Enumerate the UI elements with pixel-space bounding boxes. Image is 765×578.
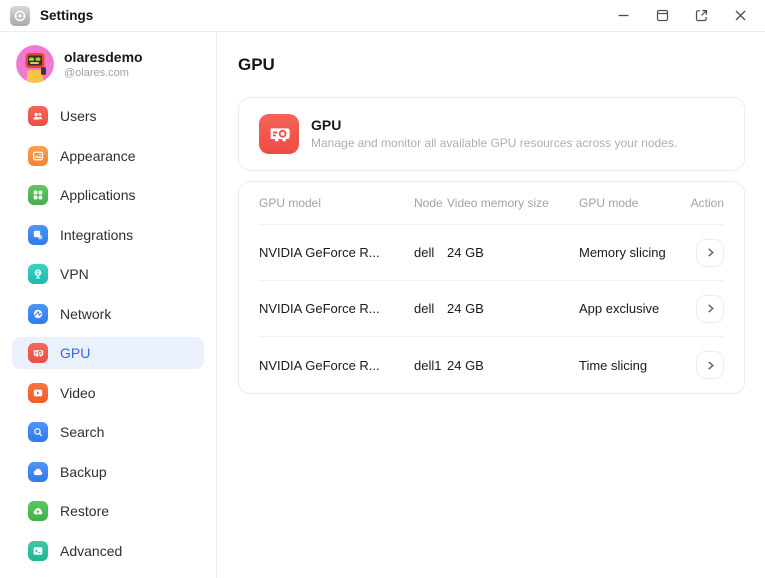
info-card-description: Manage and monitor all available GPU res… (311, 136, 678, 150)
sidebar-item-applications[interactable]: Applications (12, 179, 204, 211)
sidebar-item-integrations[interactable]: Integrations (12, 219, 204, 251)
titlebar: Settings (0, 0, 765, 32)
table-header-row: GPU model Node Video memory size GPU mod… (259, 182, 724, 225)
sidebar-item-advanced[interactable]: Advanced (12, 535, 204, 567)
sidebar-item-users[interactable]: Users (12, 100, 204, 132)
maximize-icon[interactable] (651, 5, 673, 27)
sidebar-item-video[interactable]: Video (12, 377, 204, 409)
video-icon (28, 382, 48, 403)
gpu-table: GPU model Node Video memory size GPU mod… (238, 181, 745, 394)
cell-memory: 24 GB (447, 301, 484, 316)
table-row: NVIDIA GeForce R... dell1 24 GB Time sli… (259, 337, 724, 393)
sidebar-item-label: Applications (60, 187, 136, 203)
cell-memory: 24 GB (447, 357, 484, 373)
sidebar-item-gpu[interactable]: GPU (12, 337, 204, 369)
sidebar-item-label: GPU (60, 345, 91, 361)
applications-icon (28, 185, 48, 205)
sidebar-item-network[interactable]: Network (12, 298, 204, 330)
search-icon (28, 422, 48, 442)
sidebar: olaresdemo @olares.com Users Appearance … (0, 32, 217, 578)
sidebar-item-label: Advanced (60, 542, 123, 559)
minimize-icon[interactable] (612, 5, 634, 27)
sidebar-item-label: Search (60, 424, 105, 440)
gpu-card-icon (259, 114, 299, 154)
sidebar-item-label: Network (60, 305, 112, 322)
column-header-gpu-model: GPU model (259, 196, 322, 210)
page-title: GPU (238, 55, 275, 74)
sidebar-item-backup[interactable]: Backup (12, 456, 204, 488)
main-content: GPU GPU Manage and monitor all available… (217, 32, 765, 578)
sidebar-item-search[interactable]: Search (12, 416, 204, 448)
sidebar-item-label: Backup (60, 463, 107, 480)
window-controls (612, 5, 751, 27)
appearance-icon (28, 145, 48, 166)
sidebar-item-appearance[interactable]: Appearance (12, 140, 204, 172)
cell-mode: App exclusive (579, 301, 660, 316)
cell-gpu-model: NVIDIA GeForce R... (259, 357, 380, 373)
row-detail-button[interactable] (696, 238, 724, 267)
sidebar-item-label: Appearance (60, 147, 136, 164)
row-detail-button[interactable] (696, 351, 724, 379)
cell-node: dell (414, 245, 435, 260)
sidebar-nav: Users Appearance Applications Integratio… (0, 100, 216, 574)
cell-gpu-model: NVIDIA GeForce R... (259, 245, 380, 260)
cell-gpu-model: NVIDIA GeForce R... (259, 301, 380, 316)
backup-icon (28, 461, 48, 482)
sidebar-item-restore[interactable]: Restore (12, 495, 204, 527)
profile-handle: @olares.com (64, 67, 129, 79)
sidebar-item-label: VPN (60, 266, 89, 282)
profile-name: olaresdemo (64, 49, 143, 65)
info-card-title: GPU (311, 117, 342, 133)
sidebar-item-label: Integrations (60, 226, 134, 243)
advanced-icon (28, 540, 48, 561)
table-row: NVIDIA GeForce R... dell 24 GB Memory sl… (259, 225, 724, 281)
sidebar-item-label: Restore (60, 503, 110, 519)
open-external-icon[interactable] (690, 5, 712, 27)
close-icon[interactable] (729, 5, 751, 27)
table-row: NVIDIA GeForce R... dell 24 GB App exclu… (259, 281, 724, 337)
sidebar-item-vpn[interactable]: VPN (12, 258, 204, 290)
column-header-action: Action (690, 196, 724, 210)
restore-icon (28, 501, 48, 521)
settings-app-icon (10, 5, 30, 26)
integrations-icon (28, 224, 48, 245)
column-header-mode: GPU mode (579, 196, 639, 210)
users-icon (28, 106, 48, 126)
column-header-memory: Video memory size (447, 196, 549, 210)
vpn-icon (28, 264, 48, 284)
gpu-icon (28, 343, 48, 363)
gpu-info-card: GPU Manage and monitor all available GPU… (238, 97, 745, 171)
cell-mode: Time slicing (579, 357, 648, 373)
cell-memory: 24 GB (447, 245, 484, 260)
sidebar-item-label: Video (60, 384, 96, 401)
cell-mode: Memory slicing (579, 245, 666, 260)
profile[interactable]: olaresdemo @olares.com (0, 45, 216, 83)
row-detail-button[interactable] (696, 294, 724, 323)
network-icon (28, 303, 48, 324)
sidebar-item-label: Users (60, 108, 97, 124)
cell-node: dell1 (414, 357, 442, 373)
cell-node: dell (414, 301, 435, 316)
avatar (16, 45, 54, 83)
column-header-node: Node (414, 196, 443, 210)
window-title: Settings (40, 8, 94, 23)
